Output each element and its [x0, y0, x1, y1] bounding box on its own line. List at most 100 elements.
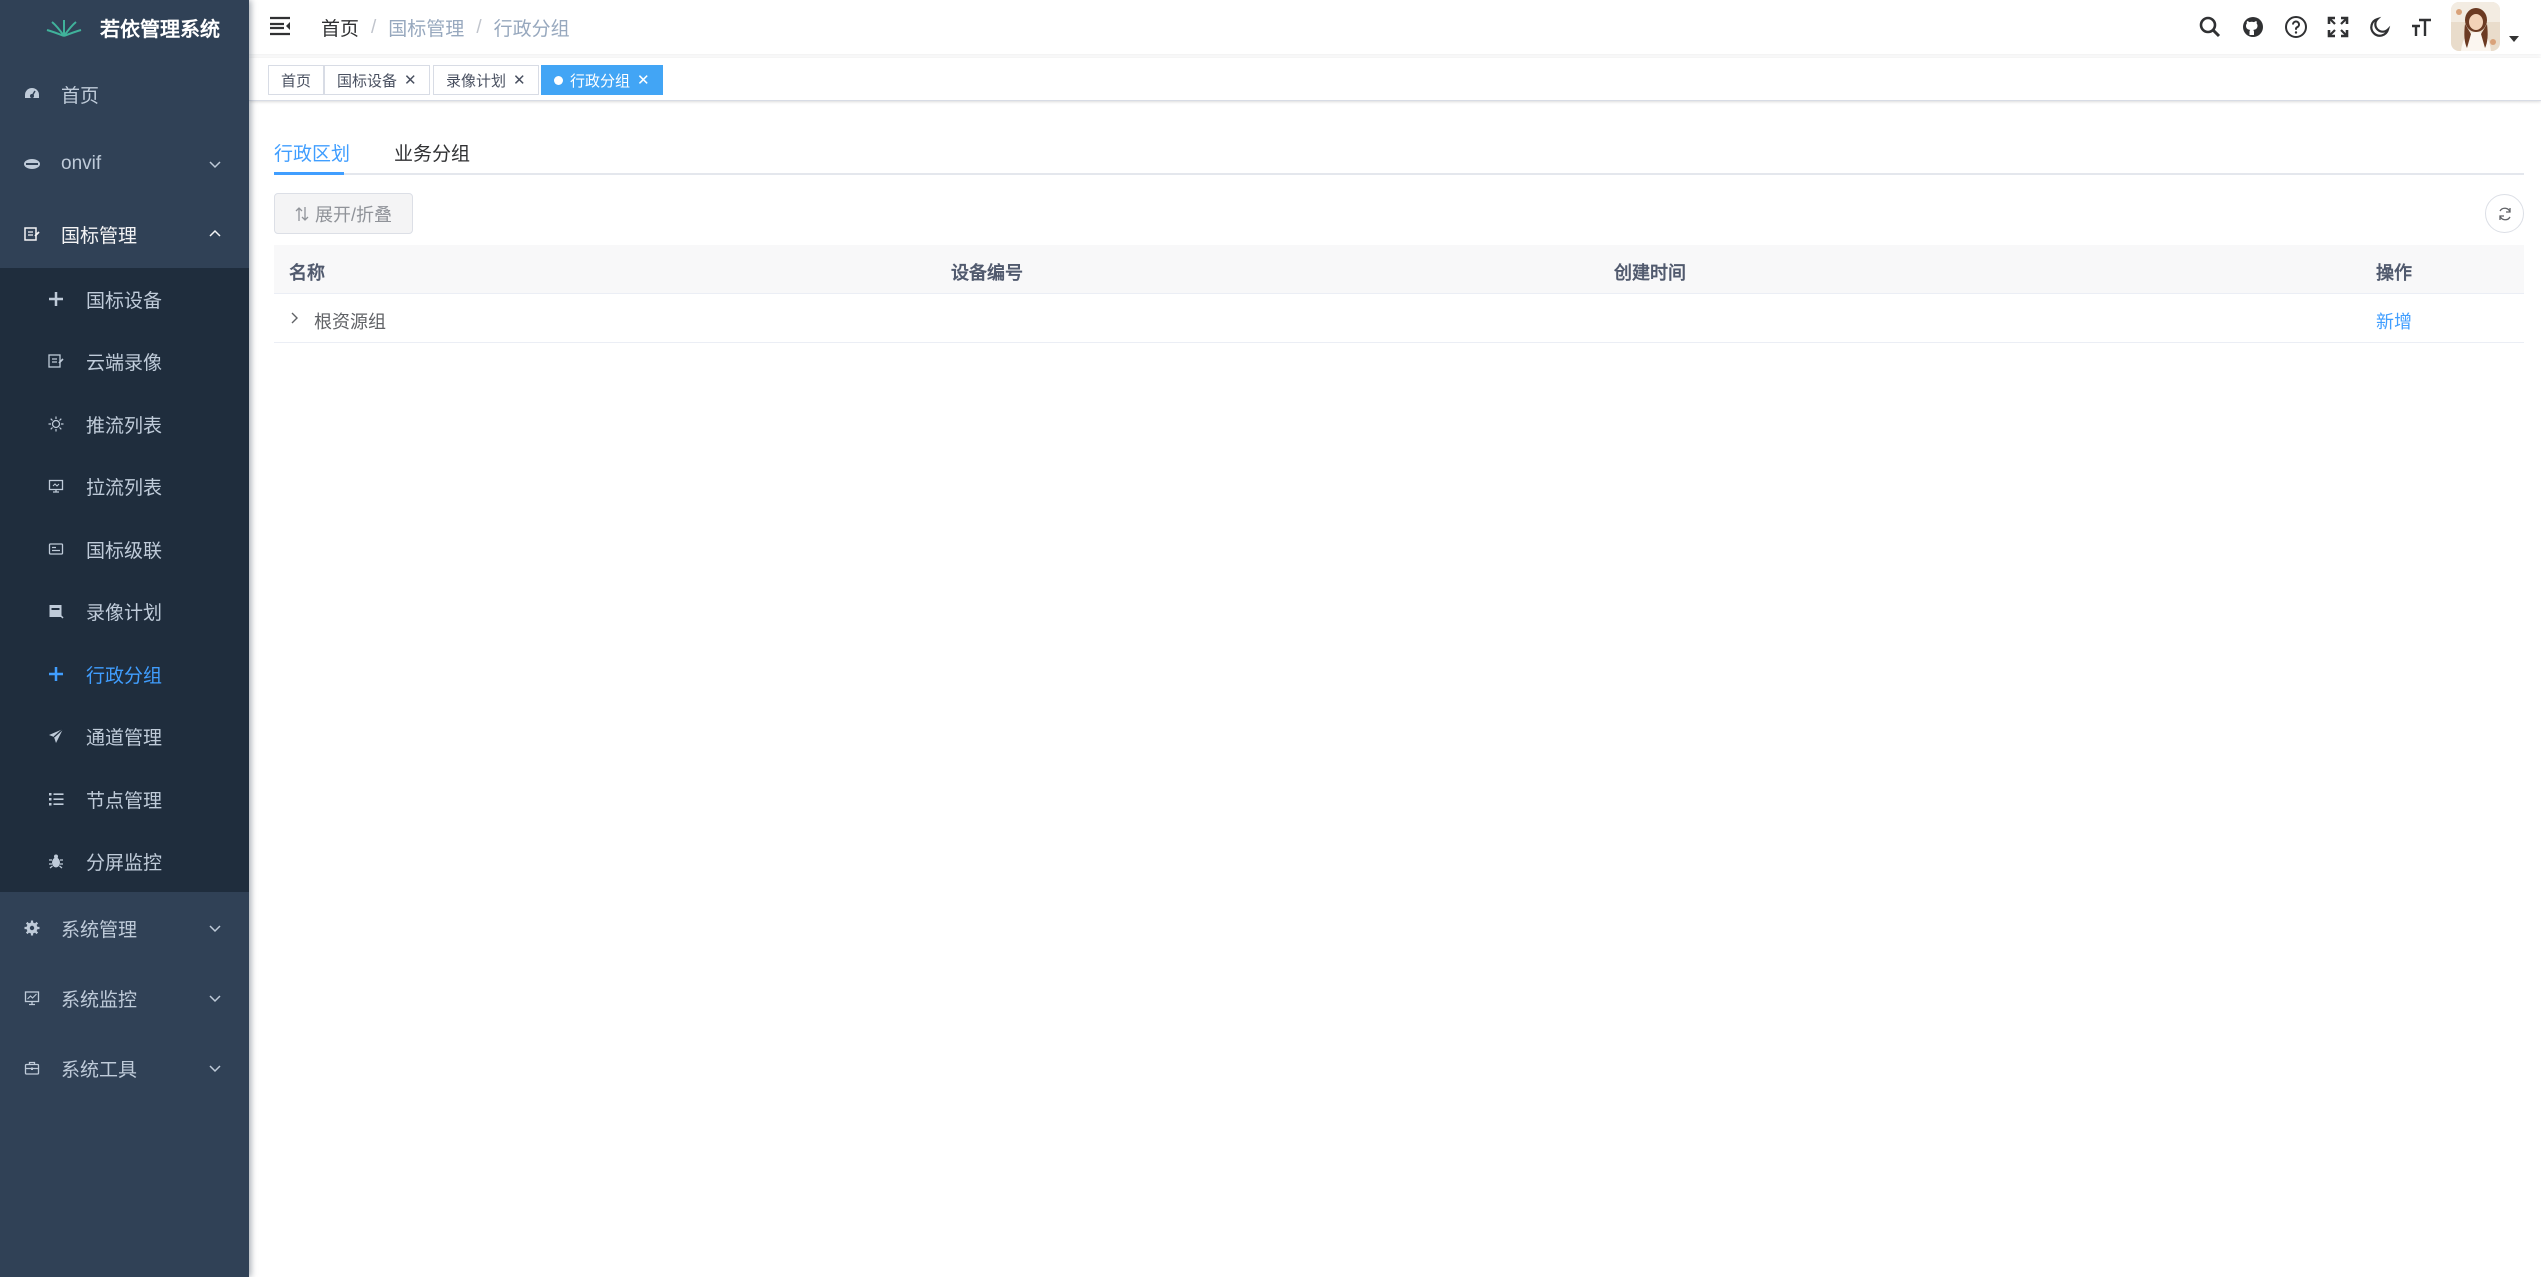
sidebar-item-push-list[interactable]: 推流列表	[0, 402, 249, 446]
refresh-button[interactable]	[2485, 194, 2524, 233]
sidebar-item-system-tools[interactable]: 系统工具	[0, 1046, 249, 1090]
tab-admin-division[interactable]: 行政区划	[274, 139, 350, 166]
sidebar-item-system-manage[interactable]: 系统管理	[0, 906, 249, 950]
sidebar-item-system-monitor[interactable]: 系统监控	[0, 976, 249, 1020]
sidebar-subitem-label: 行政分组	[86, 665, 163, 687]
sidebar-item-gb[interactable]: 国标管理	[0, 212, 249, 256]
sidebar-item-gb-cascade[interactable]: 国标级联	[0, 527, 249, 571]
tag-record-plan[interactable]: 录像计划 ✕	[433, 65, 539, 95]
sidebar-subitem-label: 录像计划	[86, 602, 163, 624]
sidebar-item-record-plan[interactable]: 录像计划	[0, 589, 249, 633]
tag-label: 国标设备	[337, 72, 398, 90]
sidebar-item-label: 国标管理	[61, 225, 138, 247]
group-table: 名称 设备编号 创建时间 操作 根资源组 新增	[274, 245, 2524, 343]
group-tabs: 行政区划 业务分组	[274, 127, 2524, 175]
monitor-icon	[47, 477, 65, 495]
sidebar-subitem-label: 推流列表	[86, 415, 163, 437]
col-actions: 操作	[2376, 263, 2412, 283]
fullscreen-icon[interactable]	[2326, 15, 2350, 39]
avatar[interactable]	[2451, 2, 2500, 51]
sidebar-item-onvif[interactable]: onvif	[0, 142, 249, 186]
sidebar-item-node[interactable]: 节点管理	[0, 777, 249, 821]
hamburger-icon[interactable]	[268, 14, 292, 38]
navbar: 首页 / 国标管理 / 行政分组	[249, 0, 2541, 54]
expand-collapse-button[interactable]: 展开/折叠	[274, 193, 413, 234]
sun-icon	[47, 415, 65, 433]
breadcrumb-separator: /	[476, 16, 482, 38]
monitor-chart-icon	[23, 989, 41, 1007]
tags-view: 首页 国标设备 ✕ 录像计划 ✕ 行政分组 ✕	[249, 58, 2541, 101]
sidebar-item-split-screen[interactable]: 分屏监控	[0, 839, 249, 883]
col-device-code: 设备编号	[951, 263, 1023, 283]
sidebar-item-home[interactable]: 首页	[0, 72, 249, 116]
tag-label: 行政分组	[570, 72, 631, 90]
app-title: 若依管理系统	[100, 18, 220, 41]
dashboard-icon	[23, 85, 41, 103]
search-icon[interactable]	[2198, 15, 2222, 39]
toolbox-icon	[23, 1059, 41, 1077]
logo[interactable]: 若依管理系统	[0, 0, 249, 54]
help-icon[interactable]	[2284, 15, 2308, 39]
sidebar-subitem-label: 云端录像	[86, 352, 163, 374]
list-icon	[47, 790, 65, 808]
cascade-icon	[47, 540, 65, 558]
gb-submenu: 国标设备 云端录像 推流列表 拉流列表 国标级联 录像计划 行政分组 通道管理 …	[0, 268, 249, 892]
bug-icon	[47, 852, 65, 870]
cloud-record-icon	[47, 352, 65, 370]
sort-icon	[295, 206, 309, 221]
logo-icon	[46, 20, 82, 37]
expand-collapse-label: 展开/折叠	[314, 204, 392, 225]
onvif-icon	[23, 155, 41, 173]
breadcrumb-gb: 国标管理	[388, 19, 465, 40]
chevron-down-icon	[209, 995, 221, 1003]
tag-gb-device[interactable]: 国标设备 ✕	[324, 65, 430, 95]
col-name: 名称	[289, 263, 325, 283]
close-icon[interactable]: ✕	[637, 71, 650, 89]
sidebar-item-label: onvif	[61, 153, 102, 174]
breadcrumb-current: 行政分组	[493, 19, 570, 40]
close-icon[interactable]: ✕	[513, 71, 526, 89]
tag-label: 首页	[281, 72, 312, 90]
refresh-icon	[2498, 207, 2511, 220]
add-link[interactable]: 新增	[2376, 308, 2412, 334]
tab-business-group[interactable]: 业务分组	[394, 139, 470, 166]
sidebar-item-label: 系统监控	[61, 989, 138, 1011]
tag-admin-group[interactable]: 行政分组 ✕	[541, 65, 663, 95]
chevron-right-icon[interactable]	[289, 312, 299, 324]
sidebar-subitem-label: 国标级联	[86, 540, 163, 562]
sidebar-item-cloud-record[interactable]: 云端录像	[0, 339, 249, 383]
cross-icon	[47, 665, 65, 683]
gb-icon	[23, 225, 41, 243]
sidebar: 若依管理系统 首页 onvif 国标管理 国标设备 云端录像 推流列表 拉流列表…	[0, 0, 249, 1277]
chevron-up-icon	[209, 229, 221, 237]
breadcrumb: 首页 / 国标管理 / 行政分组	[321, 14, 570, 41]
sidebar-item-admin-group[interactable]: 行政分组	[0, 652, 249, 696]
active-dot-icon	[554, 75, 563, 85]
row-name: 根资源组	[314, 312, 386, 332]
sidebar-item-label: 系统工具	[61, 1059, 138, 1081]
close-icon[interactable]: ✕	[404, 71, 417, 89]
sidebar-item-channel[interactable]: 通道管理	[0, 714, 249, 758]
send-icon	[47, 727, 65, 745]
sidebar-item-label: 系统管理	[61, 919, 138, 941]
breadcrumb-home[interactable]: 首页	[321, 14, 359, 41]
table-header: 名称 设备编号 创建时间 操作	[274, 245, 2524, 294]
navbar-tools	[2141, 0, 2541, 54]
moon-icon[interactable]	[2368, 15, 2392, 39]
sidebar-item-gb-device[interactable]: 国标设备	[0, 277, 249, 321]
sidebar-subitem-label: 节点管理	[86, 790, 163, 812]
sidebar-subitem-label: 拉流列表	[86, 477, 163, 499]
github-icon[interactable]	[2241, 15, 2265, 39]
sidebar-item-pull-list[interactable]: 拉流列表	[0, 464, 249, 508]
font-size-icon[interactable]	[2410, 15, 2434, 39]
tag-home[interactable]: 首页	[268, 65, 325, 95]
cross-icon	[47, 290, 65, 308]
calendar-icon	[47, 602, 65, 620]
chevron-down-icon	[209, 1065, 221, 1073]
caret-down-icon[interactable]	[2509, 36, 2519, 42]
sidebar-subitem-label: 分屏监控	[86, 852, 163, 874]
sidebar-item-label: 首页	[61, 85, 100, 107]
col-create-time: 创建时间	[1614, 263, 1686, 283]
tag-label: 录像计划	[446, 72, 507, 90]
chevron-down-icon	[209, 161, 221, 169]
